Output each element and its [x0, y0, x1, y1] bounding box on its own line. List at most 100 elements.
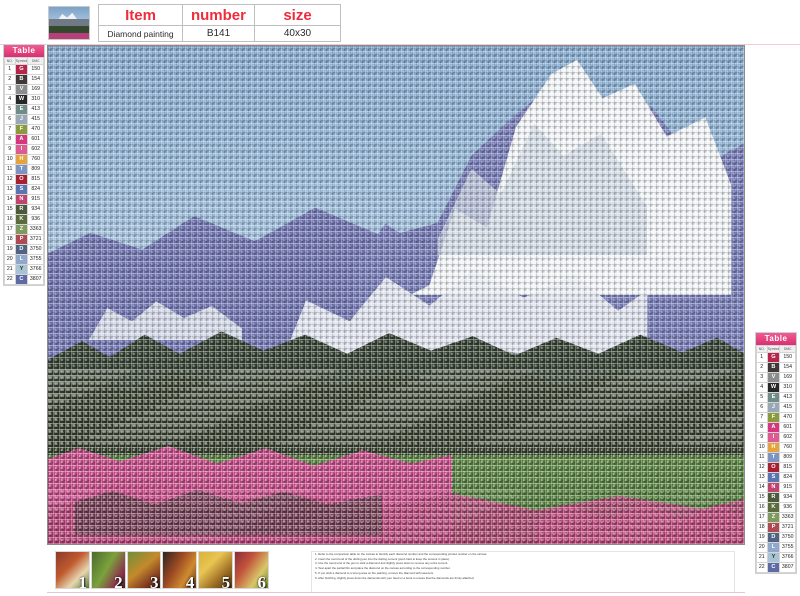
product-info-header-row: Item number size [98, 4, 341, 26]
legend-symbol-A-icon: A [767, 423, 780, 432]
legend-symbol-swatch: I [766, 432, 781, 443]
legend-row: 20 L 3755 [4, 254, 44, 265]
legend-symbol-swatch: E [14, 104, 29, 115]
legend-symbol-swatch: S [766, 472, 781, 483]
legend-dmc-code: 310 [27, 94, 44, 105]
legend-dmc-code: 824 [27, 184, 44, 195]
legend-number: 2 [756, 362, 768, 373]
legend-number: 20 [756, 542, 768, 553]
legend-symbol-swatch: B [14, 74, 29, 85]
legend-number: 7 [4, 124, 16, 135]
legend-symbol-swatch: C [766, 562, 781, 573]
legend-number: 10 [4, 154, 16, 165]
legend-symbol-swatch: H [766, 442, 781, 453]
legend-row: 21 Y 3766 [4, 264, 44, 275]
legend-symbol-swatch: G [14, 64, 29, 75]
legend-symbol-S-icon: S [767, 473, 780, 482]
legend-dmc-code: 601 [27, 134, 44, 145]
value-number: B141 [182, 25, 255, 42]
legend-body-right: 1 G 150 2 B 154 3 V 169 4 W 310 5 E 413 6 J 415 7 F 470 8 A 601… [756, 352, 796, 573]
header-col-size: size [254, 4, 341, 26]
legend-symbol-swatch: K [14, 214, 29, 225]
product-info-table: Item number size Diamond painting B141 4… [98, 4, 341, 42]
legend-number: 6 [4, 114, 16, 125]
legend-dmc-code: 602 [27, 144, 44, 155]
step-thumbnail-1: 1 [55, 551, 90, 589]
legend-row: 3 V 169 [4, 84, 44, 95]
legend-symbol-swatch: T [766, 452, 781, 463]
legend-row: 19 D 3750 [756, 532, 796, 543]
legend-symbol-T-icon: T [767, 453, 780, 462]
legend-symbol-swatch: T [14, 164, 29, 175]
legend-dmc-code: 3721 [779, 522, 796, 533]
bottom-divider [47, 592, 745, 593]
value-item: Diamond painting [98, 25, 183, 42]
legend-dmc-code: 3721 [27, 234, 44, 245]
legend-symbol-swatch: S [14, 184, 29, 195]
legend-dmc-code: 934 [779, 492, 796, 503]
legend-number: 13 [756, 472, 768, 483]
legend-number: 9 [756, 432, 768, 443]
product-info-value-row: Diamond painting B141 40x30 [98, 25, 341, 42]
legend-dmc-code: 934 [27, 204, 44, 215]
legend-symbol-F-icon: F [767, 413, 780, 422]
legend-symbol-O-icon: O [767, 463, 780, 472]
legend-col-sym-right: Symbol [766, 345, 781, 353]
step-thumbnail-3: 3 [126, 551, 162, 589]
legend-symbol-swatch: J [14, 114, 29, 125]
legend-symbol-T-icon: T [15, 165, 28, 174]
legend-symbol-swatch: E [766, 392, 781, 403]
legend-row: 13 S 824 [4, 184, 44, 195]
legend-symbol-G-icon: G [767, 353, 780, 362]
legend-body-left: 1 G 150 2 B 154 3 V 169 4 W 310 5 E 413 6 J 415 7 F 470 8 A 601… [4, 64, 44, 285]
legend-row: 17 Z 3363 [756, 512, 796, 523]
legend-symbol-Z-icon: Z [767, 513, 780, 522]
legend-row: 16 K 936 [756, 502, 796, 513]
header-info-bar: Item number size Diamond painting B141 4… [48, 4, 348, 42]
legend-number: 12 [756, 462, 768, 473]
legend-symbol-R-icon: R [15, 205, 28, 214]
legend-number: 3 [4, 84, 16, 95]
legend-number: 1 [756, 352, 768, 363]
legend-symbol-swatch: A [14, 134, 29, 145]
legend-symbol-swatch: Y [766, 552, 781, 563]
legend-number: 9 [4, 144, 16, 155]
legend-symbol-swatch: R [14, 204, 29, 215]
legend-symbol-Z-icon: Z [15, 225, 28, 234]
legend-number: 3 [756, 372, 768, 383]
legend-row: 8 A 601 [756, 422, 796, 433]
legend-row: 15 R 934 [756, 492, 796, 503]
legend-col-dmc-left: DMC [27, 57, 44, 65]
legend-row: 10 H 760 [756, 442, 796, 453]
legend-dmc-code: 413 [779, 392, 796, 403]
legend-number: 8 [756, 422, 768, 433]
legend-header-row-left: NO. Symbol DMC [4, 57, 44, 65]
step-thumbnail-4: 4 [162, 551, 198, 589]
legend-grid-left: NO. Symbol DMC 1 G 150 2 B 154 3 V 169 4 W 310 5 E 413… [4, 57, 44, 285]
legend-symbol-C-icon: C [15, 275, 28, 284]
legend-symbol-swatch: D [14, 244, 29, 255]
legend-number: 5 [4, 104, 16, 115]
legend-symbol-H-icon: H [767, 443, 780, 452]
legend-dmc-code: 415 [27, 114, 44, 125]
legend-row: 22 C 3807 [4, 274, 44, 285]
legend-title-left: Table [4, 45, 44, 57]
legend-dmc-code: 3750 [779, 532, 796, 543]
legend-symbol-swatch: K [766, 502, 781, 513]
legend-symbol-swatch: Y [14, 264, 29, 275]
legend-dmc-code: 815 [779, 462, 796, 473]
legend-row: 8 A 601 [4, 134, 44, 145]
legend-dmc-code: 936 [27, 214, 44, 225]
legend-row: 10 H 760 [4, 154, 44, 165]
thumb-flowers [49, 32, 89, 39]
legend-row: 2 B 154 [756, 362, 796, 373]
step-thumbnail-6: 6 [234, 551, 269, 589]
legend-symbol-K-icon: K [15, 215, 28, 224]
legend-symbol-E-icon: E [15, 105, 28, 114]
legend-symbol-swatch: O [14, 174, 29, 185]
legend-symbol-swatch: O [766, 462, 781, 473]
legend-symbol-W-icon: W [15, 95, 28, 104]
legend-number: 1 [4, 64, 16, 75]
legend-symbol-K-icon: K [767, 503, 780, 512]
legend-number: 15 [4, 204, 16, 215]
